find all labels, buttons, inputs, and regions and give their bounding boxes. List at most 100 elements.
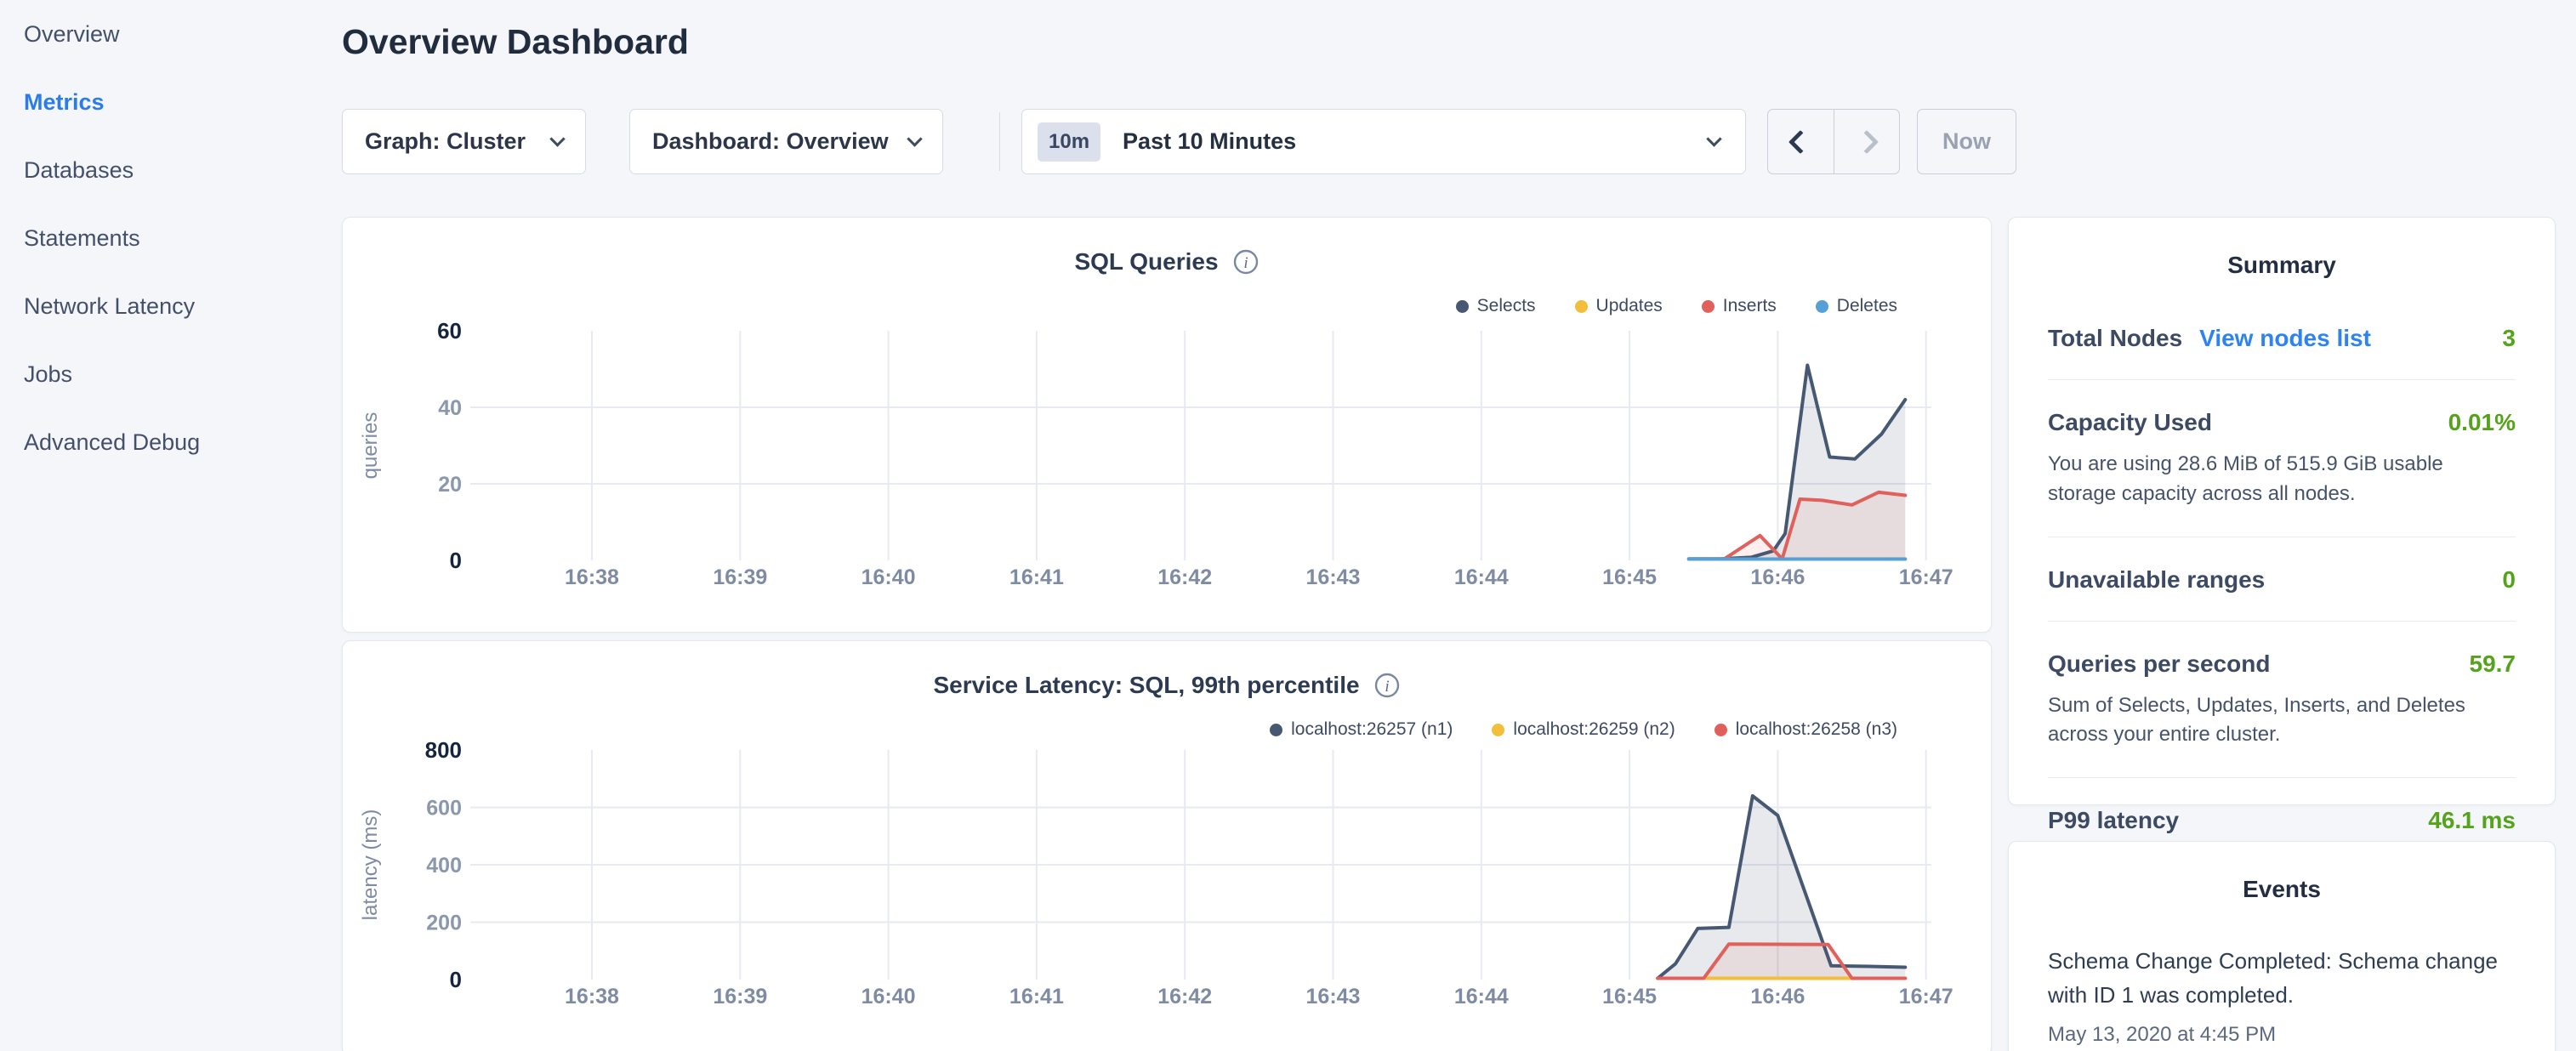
- legend-dot: [1816, 300, 1828, 313]
- x-tick-label: 16:41: [1009, 985, 1064, 1008]
- info-icon[interactable]: i: [1232, 248, 1260, 276]
- events-card: Events Schema Change Completed: Schema c…: [2008, 841, 2556, 1051]
- chevron-down-icon: [907, 131, 922, 146]
- x-tick-label: 16:43: [1306, 985, 1361, 1008]
- legend-item-localhost-26259-n2[interactable]: localhost:26259 (n2): [1492, 719, 1675, 740]
- chart-title: SQL Queries: [1074, 248, 1218, 276]
- chart-title: Service Latency: SQL, 99th percentile: [933, 672, 1359, 699]
- chevron-down-icon: [549, 131, 565, 146]
- info-icon[interactable]: i: [1373, 672, 1401, 699]
- now-button[interactable]: Now: [1917, 109, 2016, 174]
- sidebar-item-metrics[interactable]: Metrics: [0, 68, 340, 136]
- y-tick-label: 0: [450, 548, 462, 573]
- y-tick-label: 400: [426, 854, 462, 878]
- legend-item-localhost-26257-n1[interactable]: localhost:26257 (n1): [1270, 719, 1453, 740]
- legend-label: Selects: [1477, 296, 1536, 316]
- summary-row-unavailable-ranges: Unavailable ranges 0: [2048, 566, 2516, 594]
- x-tick-label: 16:39: [713, 985, 767, 1008]
- legend-item-selects[interactable]: Selects: [1456, 296, 1536, 316]
- divider: [2048, 379, 2516, 380]
- chevron-right-icon: [1855, 129, 1879, 153]
- chart-plot[interactable]: 16:3816:3916:4016:4116:4216:4316:4416:45…: [343, 331, 1993, 594]
- x-tick-label: 16:38: [565, 565, 619, 589]
- chevron-left-icon: [1788, 129, 1812, 153]
- sidebar-item-overview[interactable]: Overview: [0, 0, 340, 68]
- x-tick-label: 16:44: [1454, 565, 1509, 589]
- app-window: OverviewMetricsDatabasesStatementsNetwor…: [0, 0, 2576, 1051]
- x-tick-label: 16:42: [1157, 565, 1212, 589]
- legend-dot: [1702, 300, 1714, 313]
- x-tick-label: 16:47: [1899, 985, 1953, 1008]
- svg-text:i: i: [1385, 678, 1389, 696]
- dashboard-dropdown[interactable]: Dashboard: Overview: [629, 109, 943, 174]
- time-prev-button[interactable]: [1768, 110, 1834, 173]
- y-tick-label: 40: [438, 396, 462, 420]
- events-title: Events: [2048, 842, 2516, 903]
- chart-header: Service Latency: SQL, 99th percentile i: [343, 672, 1991, 699]
- summary-row-qps: Queries per second 59.7: [2048, 650, 2516, 678]
- y-tick-label: 200: [426, 912, 462, 935]
- legend-dot: [1456, 300, 1469, 313]
- divider: [2048, 621, 2516, 622]
- controls-bar: Graph: Cluster Dashboard: Overview 10m P…: [342, 109, 2016, 174]
- graph-source-dropdown[interactable]: Graph: Cluster: [342, 109, 586, 174]
- capacity-subtext: You are using 28.6 MiB of 515.9 GiB usab…: [2048, 450, 2516, 509]
- sidebar-item-advanced-debug[interactable]: Advanced Debug: [0, 408, 340, 476]
- page-title: Overview Dashboard: [342, 22, 689, 62]
- p99-label: P99 latency: [2048, 807, 2179, 834]
- x-tick-label: 16:46: [1750, 565, 1805, 589]
- sidebar-item-statements[interactable]: Statements: [0, 204, 340, 272]
- x-tick-label: 16:38: [565, 985, 619, 1008]
- legend-item-inserts[interactable]: Inserts: [1702, 296, 1777, 316]
- y-axis-label: latency (ms): [359, 810, 382, 921]
- sidebar-item-databases[interactable]: Databases: [0, 136, 340, 204]
- summary-title: Summary: [2048, 218, 2516, 279]
- legend-dot: [1270, 724, 1282, 736]
- service-latency-chart-card: Service Latency: SQL, 99th percentile i …: [342, 640, 1992, 1051]
- legend-dot: [1714, 724, 1727, 736]
- summary-row-p99: P99 latency 46.1 ms: [2048, 807, 2516, 834]
- sidebar-item-network-latency[interactable]: Network Latency: [0, 272, 340, 340]
- x-tick-label: 16:46: [1750, 985, 1805, 1008]
- main-content: Overview Dashboard Graph: Cluster Dashbo…: [342, 0, 1992, 1051]
- y-tick-label: 800: [425, 737, 462, 763]
- divider: [2048, 777, 2516, 778]
- controls-divider: [999, 112, 1000, 171]
- view-nodes-list-link[interactable]: View nodes list: [2199, 325, 2371, 352]
- y-tick-label: 60: [437, 318, 462, 344]
- y-axis-label: queries: [359, 412, 382, 480]
- qps-label: Queries per second: [2048, 650, 2270, 678]
- chart-legend: Selects Updates Inserts Deletes: [1456, 296, 1897, 316]
- x-tick-label: 16:41: [1009, 565, 1064, 589]
- time-window-badge: 10m: [1038, 122, 1100, 162]
- time-step-buttons: [1767, 109, 1900, 174]
- summary-row-capacity: Capacity Used 0.01%: [2048, 409, 2516, 436]
- x-tick-label: 16:43: [1306, 565, 1361, 589]
- legend-label: Updates: [1596, 296, 1663, 316]
- legend-item-updates[interactable]: Updates: [1575, 296, 1663, 316]
- sidebar-item-jobs[interactable]: Jobs: [0, 340, 340, 408]
- legend-dot: [1492, 724, 1504, 736]
- unavailable-ranges-value: 0: [2502, 566, 2516, 594]
- dashboard-dropdown-label: Dashboard: Overview: [652, 128, 889, 155]
- graph-source-dropdown-label: Graph: Cluster: [365, 128, 526, 155]
- y-tick-label: 20: [438, 473, 462, 497]
- event-item-text[interactable]: Schema Change Completed: Schema change w…: [2048, 944, 2516, 1013]
- summary-card: Summary Total Nodes View nodes list 3 Ca…: [2008, 217, 2556, 805]
- chart-header: SQL Queries i: [343, 248, 1991, 276]
- time-window-dropdown[interactable]: 10m Past 10 Minutes: [1021, 109, 1746, 174]
- x-tick-label: 16:39: [713, 565, 767, 589]
- total-nodes-label: Total Nodes: [2048, 325, 2182, 352]
- x-tick-label: 16:47: [1899, 565, 1953, 589]
- legend-item-deletes[interactable]: Deletes: [1816, 296, 1897, 316]
- legend-label: localhost:26259 (n2): [1513, 719, 1675, 740]
- legend-item-localhost-26258-n3[interactable]: localhost:26258 (n3): [1714, 719, 1897, 740]
- capacity-label: Capacity Used: [2048, 409, 2212, 436]
- x-tick-label: 16:45: [1602, 565, 1657, 589]
- x-tick-label: 16:42: [1157, 985, 1212, 1008]
- time-next-button[interactable]: [1834, 110, 1900, 173]
- chart-plot[interactable]: 16:3816:3916:4016:4116:4216:4316:4416:45…: [343, 750, 1993, 1014]
- x-tick-label: 16:40: [862, 985, 916, 1008]
- p99-value: 46.1 ms: [2428, 807, 2516, 834]
- chart-legend: localhost:26257 (n1) localhost:26259 (n2)…: [1270, 719, 1897, 740]
